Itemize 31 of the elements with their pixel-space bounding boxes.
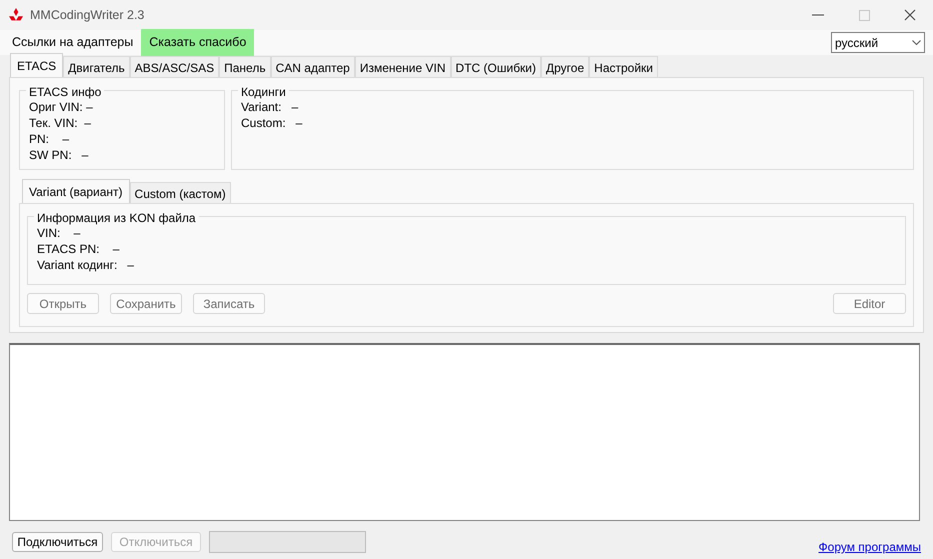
- app-logo-icon: [8, 8, 24, 22]
- maximize-icon: [858, 10, 870, 20]
- info-line: SW PN: –: [29, 147, 88, 163]
- forum-link[interactable]: Форум программы: [818, 538, 921, 556]
- info-line: VIN: –: [37, 225, 80, 241]
- menu-item[interactable]: Ссылки на адаптеры: [4, 29, 142, 56]
- tab[interactable]: ABS/ASC/SAS: [130, 56, 220, 77]
- tab[interactable]: Панель: [219, 56, 271, 77]
- window-title: MMCodingWriter 2.3: [30, 6, 146, 24]
- info-line: Custom: –: [241, 115, 302, 131]
- tab[interactable]: CAN адаптер: [270, 56, 355, 77]
- info-line: Тек. VIN: –: [29, 115, 91, 131]
- info-line: PN: –: [29, 131, 70, 147]
- info-line: Ориг VIN: –: [29, 99, 93, 115]
- info-line: ETACS PN: –: [37, 241, 120, 257]
- language-dropdown[interactable]: русский: [831, 32, 925, 53]
- tab[interactable]: Изменение VIN: [354, 56, 451, 77]
- tab[interactable]: Custom (кастом): [130, 182, 231, 203]
- close-icon[interactable]: [904, 9, 916, 21]
- tab[interactable]: Другое: [541, 56, 590, 77]
- info-line: Variant кодинг: –: [37, 257, 134, 273]
- tab[interactable]: DTC (Ошибки): [450, 56, 542, 77]
- minimize-icon[interactable]: [812, 14, 824, 16]
- tab[interactable]: Двигатель: [63, 56, 130, 77]
- tab[interactable]: Variant (вариант): [22, 179, 130, 203]
- chevron-down-icon: [912, 40, 921, 45]
- tab[interactable]: Настройки: [589, 56, 658, 77]
- info-line: Variant: –: [241, 99, 298, 115]
- menu-item[interactable]: Сказать спасибо: [141, 29, 254, 56]
- connect-button[interactable]: Подключиться: [12, 532, 103, 552]
- tab[interactable]: ETACS: [10, 53, 64, 77]
